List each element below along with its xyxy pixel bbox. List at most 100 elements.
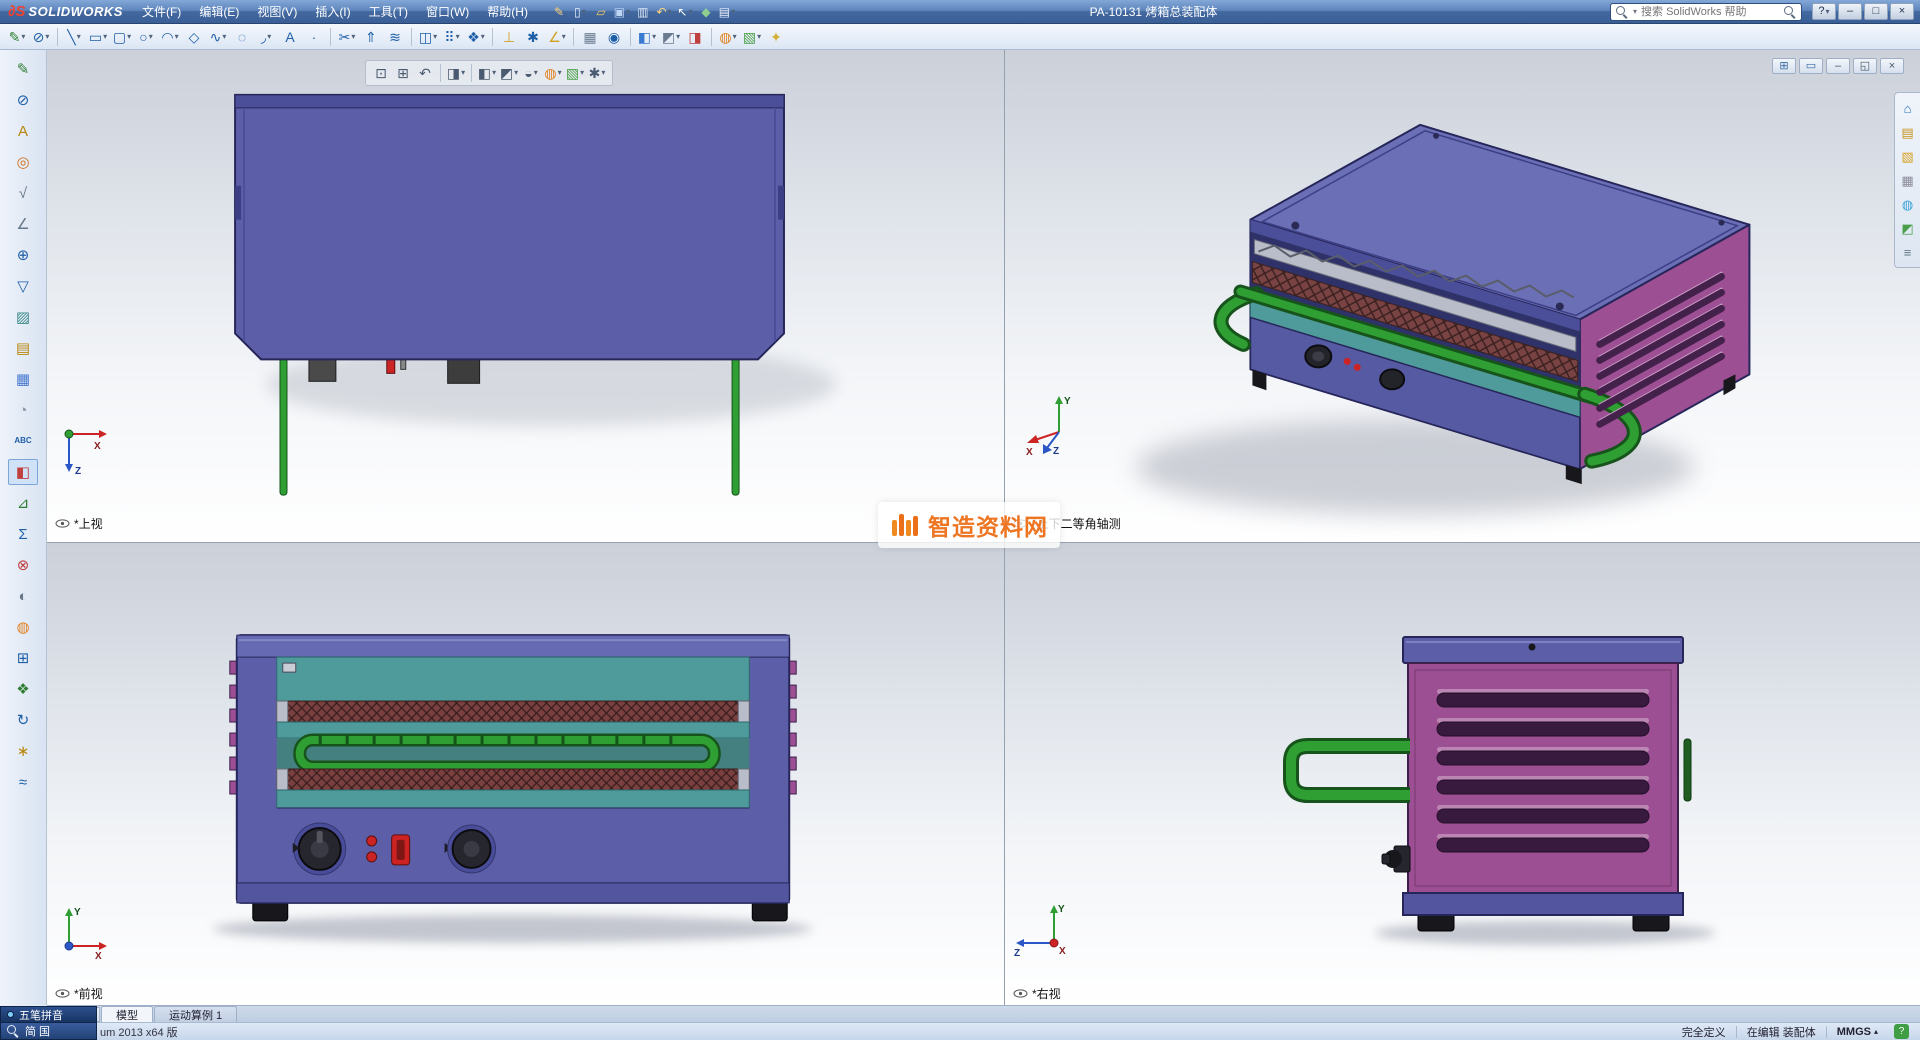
line-icon[interactable]: ╲ ▾ <box>62 26 86 48</box>
custom-properties-icon[interactable]: ≡ <box>1898 242 1918 262</box>
datum-feature-icon[interactable]: ▽ <box>8 273 38 299</box>
document-restore-icon[interactable]: ◱ <box>1853 58 1877 74</box>
view-orientation-icon[interactable]: ◧ ▾ <box>635 26 659 48</box>
convert-entities-icon[interactable]: ⇑ <box>359 26 383 48</box>
polygon-icon[interactable]: ◇ <box>182 26 206 48</box>
resources-icon[interactable]: ⌂ <box>1898 98 1918 118</box>
arc-icon[interactable]: ◠ ▾ <box>158 26 182 48</box>
select-icon[interactable]: ↖ ▾ <box>675 2 695 22</box>
design-library-icon[interactable]: ▤ <box>1898 122 1918 142</box>
edit-appearance-icon[interactable]: ◍ <box>8 614 38 640</box>
menu-file[interactable]: 文件(F) <box>133 1 190 23</box>
oven-model-front-view[interactable] <box>229 634 797 922</box>
mate-icon[interactable]: ⊞ <box>8 645 38 671</box>
sketch-text-icon[interactable]: A <box>278 26 302 48</box>
move-entities-icon[interactable]: ❖ ▾ <box>464 26 488 48</box>
status-units[interactable]: MMGS ▴ <box>1827 1026 1888 1038</box>
section-view-icon[interactable]: ◨ <box>683 26 707 48</box>
undo-icon[interactable]: ↶ ▾ <box>654 2 674 22</box>
move-component-icon[interactable]: ❖ <box>8 676 38 702</box>
save-icon[interactable]: ▣ ▾ <box>612 2 632 22</box>
ellipse-icon[interactable]: ◌ <box>230 26 254 48</box>
smart-dimension-icon[interactable]: ⊘ ▾ <box>29 26 53 48</box>
viewport-single-icon[interactable]: ▭ <box>1799 58 1823 74</box>
view-orientation-icon[interactable]: ◧ ▾ <box>476 62 498 84</box>
area-hatch-icon[interactable]: ▨ <box>8 304 38 330</box>
exploded-view-icon[interactable]: ∗ <box>8 738 38 764</box>
measure-icon[interactable]: ⊿ <box>8 490 38 516</box>
zoom-fit-icon[interactable]: ⊡ <box>370 62 392 84</box>
status-editing-mode[interactable]: 在编辑 装配体 <box>1737 1024 1826 1040</box>
section-view-icon[interactable]: ◧ <box>8 459 38 485</box>
ime-row-bottom[interactable]: 简 国 <box>0 1023 97 1040</box>
view-palette-icon[interactable]: ▦ <box>1898 170 1918 190</box>
trim-entities-icon[interactable]: ✂ ▾ <box>335 26 359 48</box>
display-style-icon[interactable]: ◩ ▾ <box>498 62 520 84</box>
ime-toolbar[interactable]: 五笔拼音 简 国 <box>0 1006 97 1040</box>
surface-finish-icon[interactable]: √ <box>8 180 38 206</box>
edit-appearance-icon[interactable]: ◍ ▾ <box>542 62 564 84</box>
edit-sketch-icon[interactable]: ✎ <box>549 2 569 22</box>
display-relations-icon[interactable]: ⊥ <box>497 26 521 48</box>
scenes-icon[interactable]: ◩ <box>1898 218 1918 238</box>
circle-icon[interactable]: ○ ▾ <box>134 26 158 48</box>
new-document-icon[interactable]: ▯ ▾ <box>570 2 590 22</box>
oven-body-top[interactable] <box>234 93 785 361</box>
fillet-icon[interactable]: ◞ ▾ <box>254 26 278 48</box>
rebuild-icon[interactable]: ◆ <box>696 2 716 22</box>
document-close-icon[interactable]: × <box>1880 58 1904 74</box>
layout-sketch-icon[interactable]: ✎ <box>8 56 38 82</box>
search-input[interactable] <box>1641 5 1780 18</box>
blocks-icon[interactable]: ▤ <box>8 335 38 361</box>
close-button[interactable]: × <box>1890 3 1914 20</box>
section-view-icon[interactable]: ◨ ▾ <box>445 62 467 84</box>
menu-tools[interactable]: 工具(T) <box>360 1 417 23</box>
geometric-tolerance-icon[interactable]: ⊕ <box>8 242 38 268</box>
minimize-button[interactable]: – <box>1838 3 1862 20</box>
appearances-icon[interactable]: ◍ <box>1898 194 1918 214</box>
snap-icon[interactable]: ◉ <box>602 26 626 48</box>
menu-edit[interactable]: 编辑(E) <box>190 1 248 23</box>
quick-snaps-icon[interactable]: ∠ ▾ <box>545 26 569 48</box>
file-explorer-icon[interactable]: ▧ <box>1898 146 1918 166</box>
help-button[interactable]: ? ▾ <box>1812 3 1836 20</box>
ime-lang[interactable]: 简 国 <box>25 1023 50 1039</box>
hide-show-icon[interactable]: ◐ <box>8 583 38 609</box>
mass-properties-icon[interactable]: Σ <box>8 521 38 547</box>
rectangle-icon[interactable]: ▭ ▾ <box>86 26 110 48</box>
oven-model-right-view[interactable] <box>1283 636 1692 932</box>
document-minimize-icon[interactable]: – <box>1826 58 1850 74</box>
maximize-button[interactable]: □ <box>1864 3 1888 20</box>
control-knob[interactable] <box>1379 368 1406 391</box>
view-settings-icon[interactable]: ✱ ▾ <box>586 62 608 84</box>
tables-icon[interactable]: ▦ <box>8 366 38 392</box>
repair-sketch-icon[interactable]: ✱ <box>521 26 545 48</box>
search-dropdown-icon[interactable]: ▾ <box>1633 7 1637 16</box>
smart-dimension-icon[interactable]: ⊘ <box>8 87 38 113</box>
status-help-icon[interactable]: ? <box>1894 1024 1909 1039</box>
previous-view-icon[interactable]: ↶ <box>414 62 436 84</box>
point-icon[interactable]: · <box>302 26 326 48</box>
handle-tube-left[interactable] <box>279 356 288 496</box>
tab-motion-study[interactable]: 运动算例 1 <box>154 1006 238 1022</box>
print-icon[interactable]: ▥ <box>633 2 653 22</box>
viewport-top-view[interactable]: X Z *上视 <box>47 50 1005 543</box>
viewport-layout-icon[interactable]: ⊞ <box>1772 58 1796 74</box>
search-go-icon[interactable] <box>1784 5 1796 18</box>
sketch-icon[interactable]: ✎ ▾ <box>5 26 29 48</box>
viewport-right-view[interactable]: Y Z X *右视 <box>1005 543 1920 1005</box>
spell-checker-icon[interactable]: ABC <box>8 428 38 454</box>
handle-tube-right[interactable] <box>731 356 740 496</box>
grid-icon[interactable]: ▦ <box>578 26 602 48</box>
linear-pattern-icon[interactable]: ⠿ ▾ <box>440 26 464 48</box>
graphics-area[interactable]: X Z *上视 Y X Z *上下二等角轴测 Y X *前视 Y Z X *右视… <box>47 50 1920 1005</box>
weld-symbol-icon[interactable]: ∠ <box>8 211 38 237</box>
handle-side[interactable] <box>1283 738 1410 803</box>
slot-icon[interactable]: ▢ ▾ <box>110 26 134 48</box>
instant3d-icon[interactable]: ✦ <box>764 26 788 48</box>
viewport-isometric[interactable]: Y X Z *上下二等角轴测 <box>1005 50 1920 543</box>
menu-help[interactable]: 帮助(H) <box>478 1 537 23</box>
menu-view[interactable]: 视图(V) <box>248 1 306 23</box>
apply-scene-icon[interactable]: ▧ ▾ <box>740 26 764 48</box>
hide-show-items-icon[interactable]: ◒ ▾ <box>520 62 542 84</box>
